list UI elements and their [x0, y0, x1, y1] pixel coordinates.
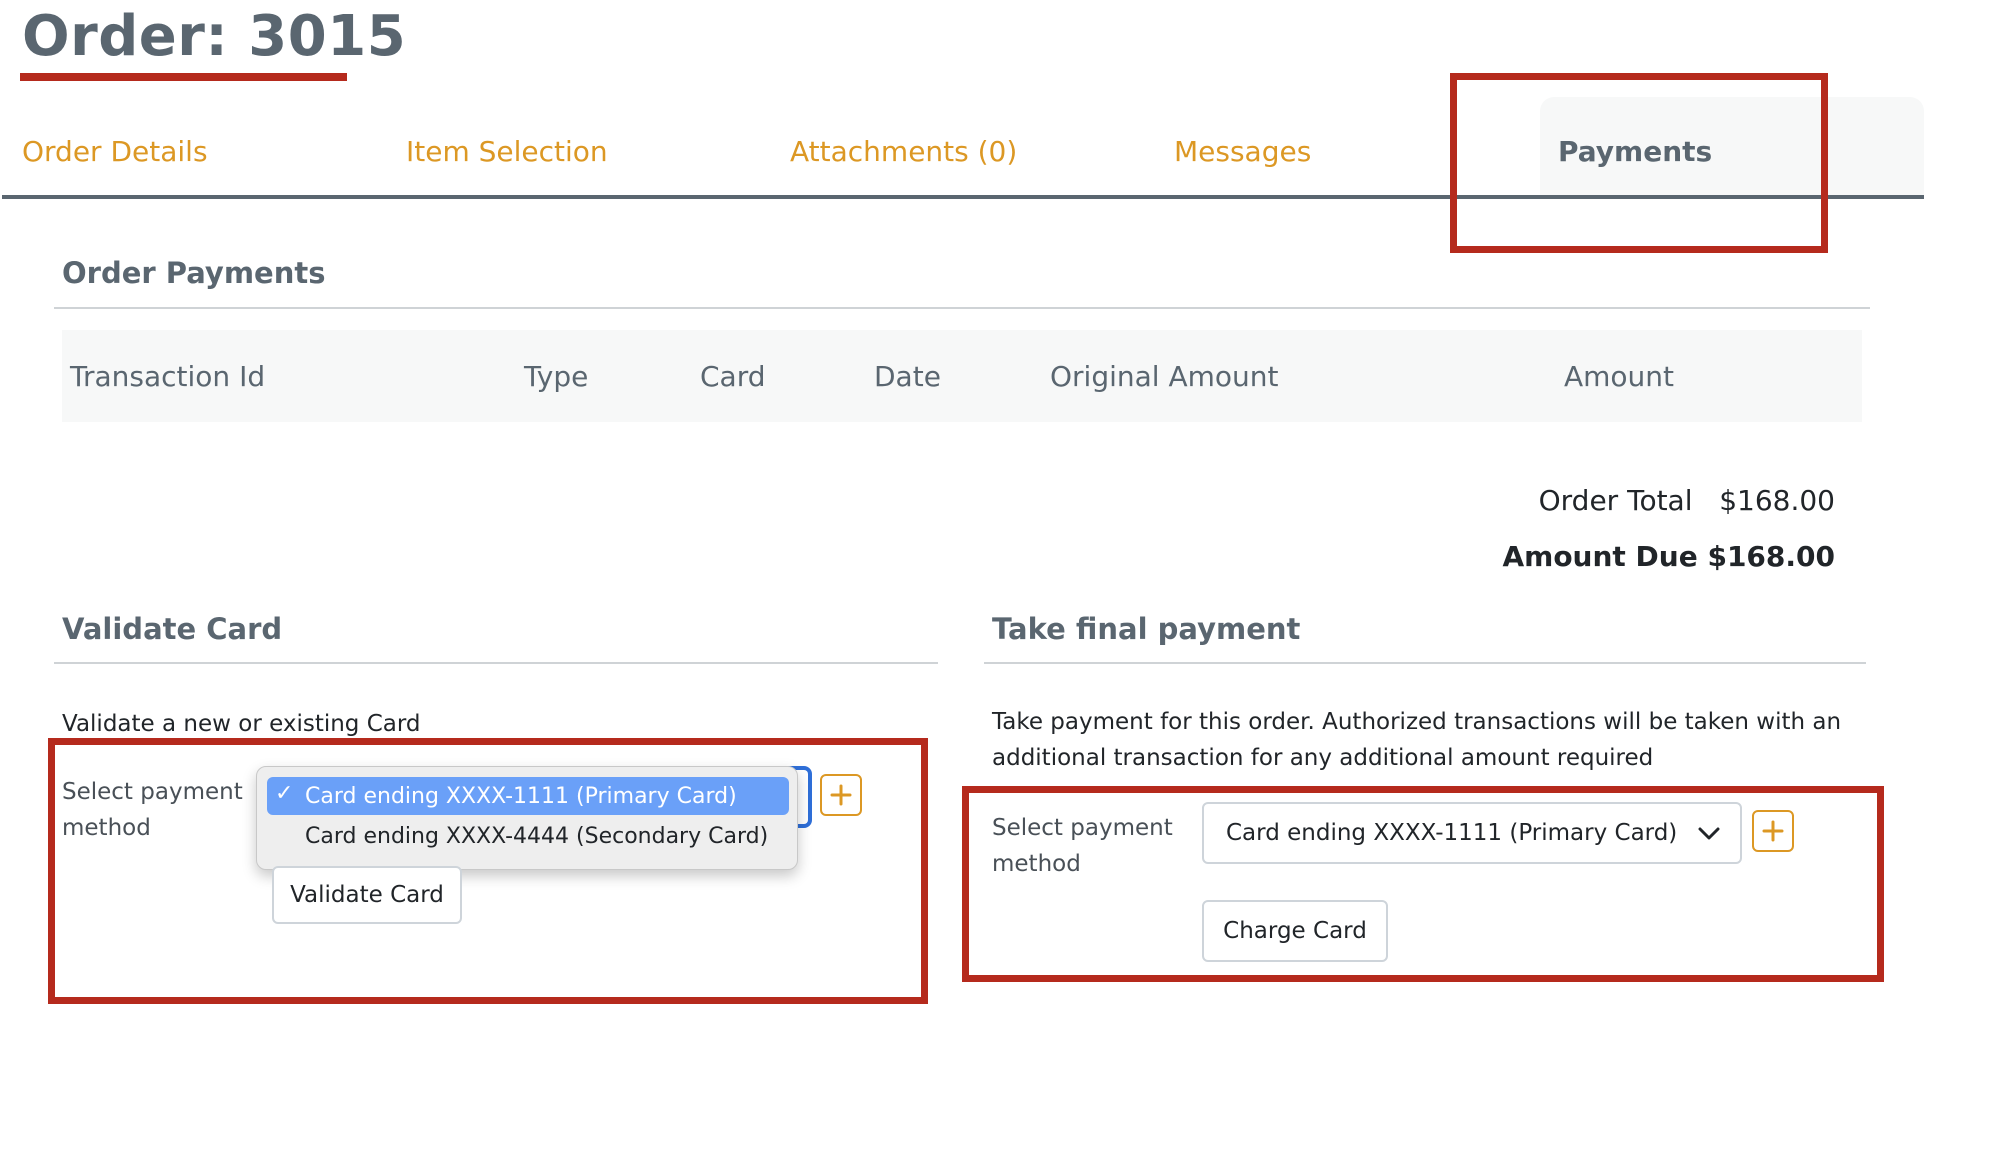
amount-due-label: Amount Due — [1502, 540, 1698, 573]
validate-card-description: Validate a new or existing Card — [62, 711, 421, 737]
tab-item-selection[interactable]: Item Selection — [406, 135, 608, 168]
order-total-row: Order Total $168.00 — [1539, 484, 1835, 517]
section-divider — [54, 662, 938, 664]
column-header-card: Card — [700, 360, 766, 393]
order-payments-heading: Order Payments — [62, 256, 326, 290]
tab-attachments[interactable]: Attachments (0) — [790, 135, 1017, 168]
order-total-value: $168.00 — [1719, 484, 1835, 517]
amount-due-value: $168.00 — [1707, 540, 1835, 573]
annotation-box-validate-card — [48, 738, 928, 1004]
column-header-date: Date — [874, 360, 941, 393]
annotation-box-payments-tab — [1450, 73, 1828, 253]
column-header-transaction-id: Transaction Id — [70, 360, 266, 393]
title-underline — [20, 73, 347, 81]
page-title: Order: 3015 — [22, 4, 407, 69]
final-payment-heading: Take final payment — [992, 612, 1301, 646]
column-header-type: Type — [524, 360, 589, 393]
payments-table-header: Transaction Id Type Card Date Original A… — [62, 330, 1862, 422]
final-payment-description: Take payment for this order. Authorized … — [992, 709, 1842, 771]
validate-card-heading: Validate Card — [62, 612, 283, 646]
amount-due-row: Amount Due $168.00 — [1502, 540, 1835, 573]
tab-order-details[interactable]: Order Details — [22, 135, 208, 168]
order-total-label: Order Total — [1538, 484, 1693, 517]
tab-messages[interactable]: Messages — [1174, 135, 1311, 168]
section-divider — [54, 307, 1870, 309]
annotation-box-final-payment — [962, 786, 1884, 982]
column-header-amount: Amount — [1564, 360, 1675, 393]
column-header-original-amount: Original Amount — [1050, 360, 1279, 393]
section-divider — [984, 662, 1866, 664]
